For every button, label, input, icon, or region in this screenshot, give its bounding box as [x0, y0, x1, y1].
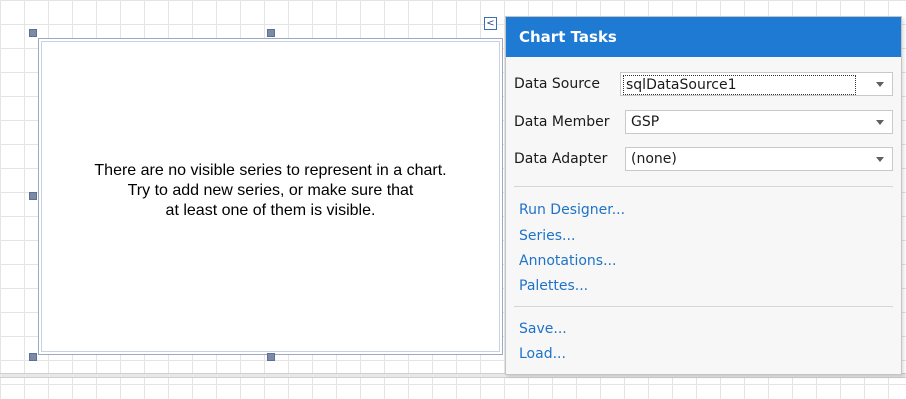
resize-handle-middle-left[interactable] [29, 192, 37, 200]
chart-control[interactable]: There are no visible series to represent… [38, 38, 503, 355]
data-member-label: Data Member [514, 114, 610, 130]
separator [514, 186, 893, 187]
run-designer-link[interactable]: Run Designer... [519, 201, 625, 219]
data-member-value: GSP [631, 114, 660, 130]
data-member-combo[interactable]: GSP [625, 110, 893, 134]
resize-handle-bottom-center[interactable] [267, 353, 275, 361]
resize-handle-top-left[interactable] [29, 29, 37, 37]
data-source-row: Data Source sqlDataSource1 [514, 71, 893, 97]
chart-message-line-2: Try to add new series, or make sure that [127, 182, 414, 199]
save-link[interactable]: Save... [519, 320, 567, 338]
chevron-down-icon[interactable] [876, 82, 884, 87]
palettes-link[interactable]: Palettes... [519, 277, 588, 295]
resize-handle-bottom-left[interactable] [29, 353, 37, 361]
data-member-row: Data Member GSP [514, 109, 893, 135]
chart-message-line-3: at least one of them is visible. [165, 202, 376, 219]
data-adapter-value: (none) [631, 151, 677, 167]
separator [514, 306, 893, 307]
chart-empty-message: There are no visible series to represent… [39, 161, 502, 221]
series-link[interactable]: Series... [519, 227, 575, 245]
chart-message-line-1: There are no visible series to represent… [94, 162, 447, 179]
data-adapter-combo[interactable]: (none) [625, 147, 893, 171]
smart-tag-collapse-icon[interactable]: < [484, 17, 497, 30]
load-link[interactable]: Load... [519, 345, 566, 363]
data-adapter-row: Data Adapter (none) [514, 146, 893, 172]
data-source-value: sqlDataSource1 [623, 75, 856, 95]
resize-handle-top-center[interactable] [267, 29, 275, 37]
chevron-down-icon[interactable] [876, 120, 884, 125]
chevron-down-icon[interactable] [876, 157, 884, 162]
chart-tasks-panel: Chart Tasks Data Source sqlDataSource1 D… [505, 16, 902, 375]
annotations-link[interactable]: Annotations... [519, 252, 616, 270]
chart-tasks-title: Chart Tasks [506, 17, 901, 57]
data-adapter-label: Data Adapter [514, 151, 608, 167]
data-source-combo[interactable]: sqlDataSource1 [620, 72, 893, 96]
data-source-label: Data Source [514, 76, 600, 92]
